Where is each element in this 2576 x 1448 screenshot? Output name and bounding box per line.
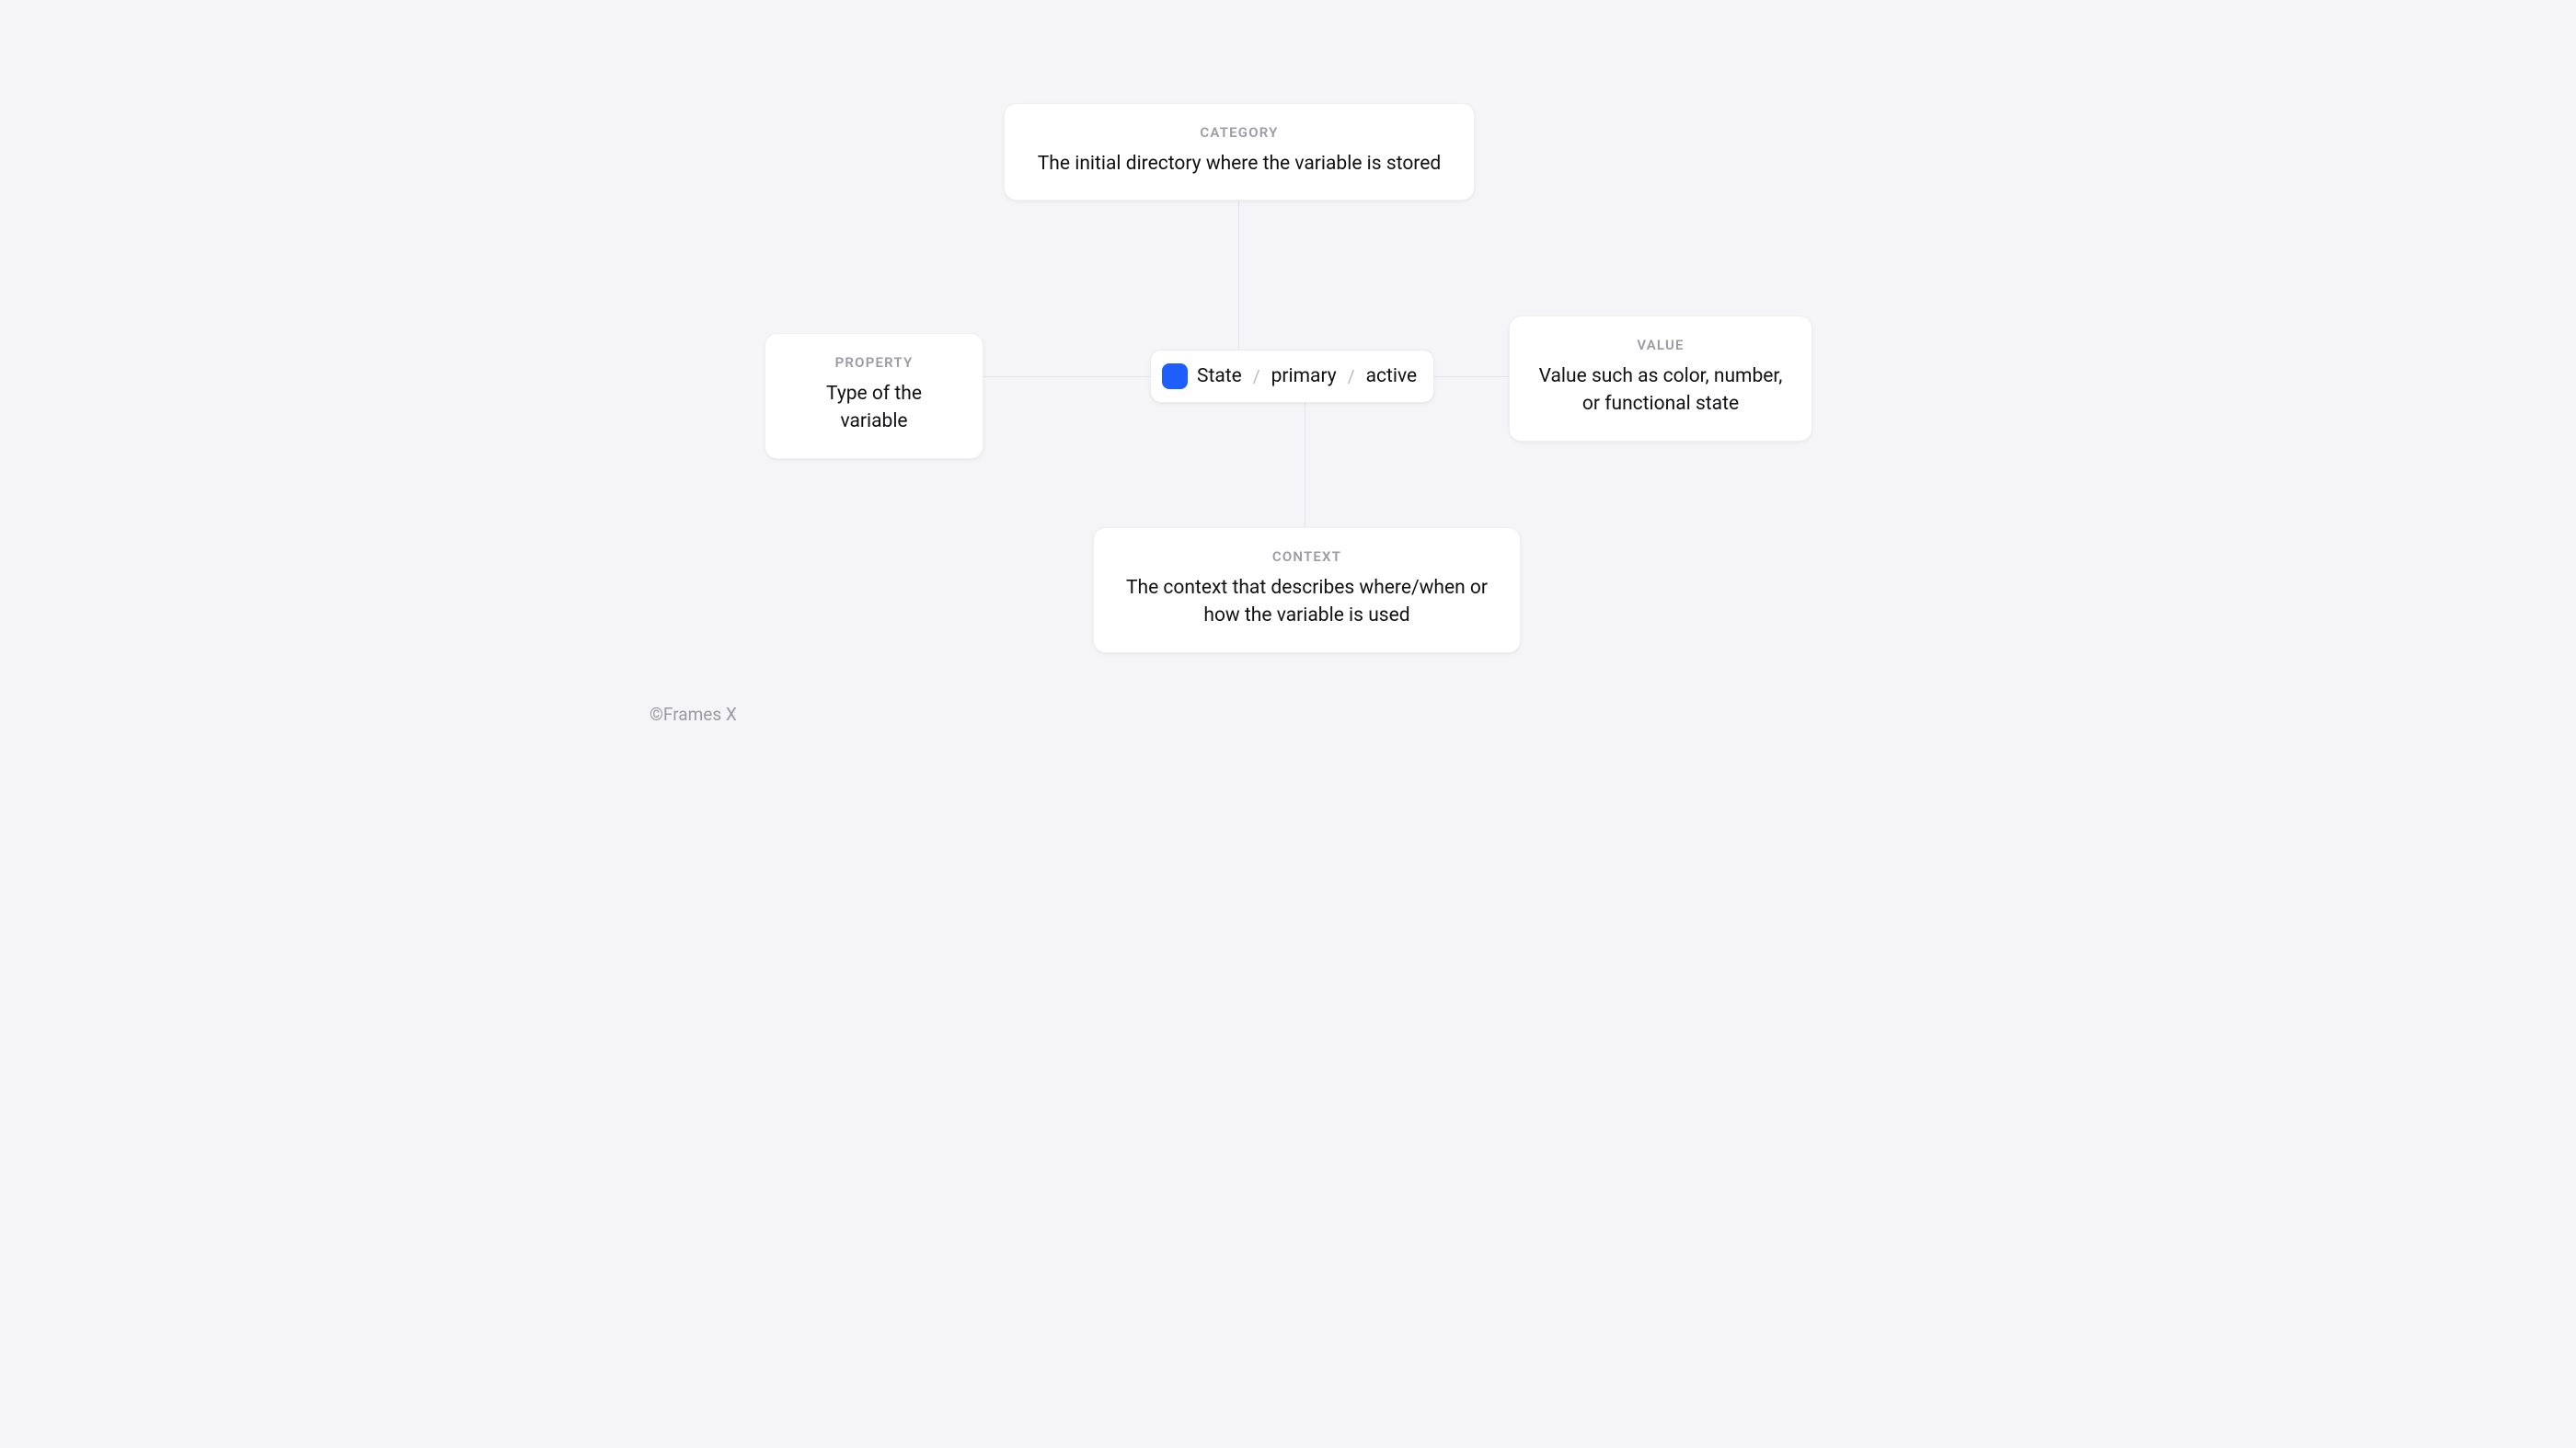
card-value-label: VALUE <box>1535 337 1786 353</box>
card-value-body: Value such as color, number, or function… <box>1535 362 1786 419</box>
card-context-body: The context that describes where/when or… <box>1120 574 1494 630</box>
color-swatch-icon <box>1162 363 1188 389</box>
pill-separator: / <box>1253 366 1260 387</box>
token-pill: State / primary / active <box>1150 350 1434 403</box>
footer-credit: ©Frames X <box>650 704 737 725</box>
card-category-label: CATEGORY <box>1030 124 1448 141</box>
pill-segment-category: State <box>1197 365 1242 387</box>
pill-separator: / <box>1348 366 1355 387</box>
connector-category-to-pill <box>1238 195 1239 350</box>
diagram-canvas: CATEGORY The initial directory where the… <box>618 0 1958 751</box>
card-property: PROPERTY Type of the variable <box>765 333 983 459</box>
pill-segment-property: primary <box>1271 365 1337 387</box>
card-context-label: CONTEXT <box>1120 548 1494 565</box>
card-value: VALUE Value such as color, number, or fu… <box>1509 316 1812 442</box>
card-context: CONTEXT The context that describes where… <box>1093 527 1521 653</box>
card-property-label: PROPERTY <box>791 354 957 371</box>
card-property-body: Type of the variable <box>791 380 957 436</box>
connector-pill-to-value <box>1426 376 1509 377</box>
card-category-body: The initial directory where the variable… <box>1030 150 1448 178</box>
connector-property-to-pill <box>983 376 1150 377</box>
card-category: CATEGORY The initial directory where the… <box>1004 103 1475 201</box>
pill-segment-value: active <box>1366 365 1418 387</box>
